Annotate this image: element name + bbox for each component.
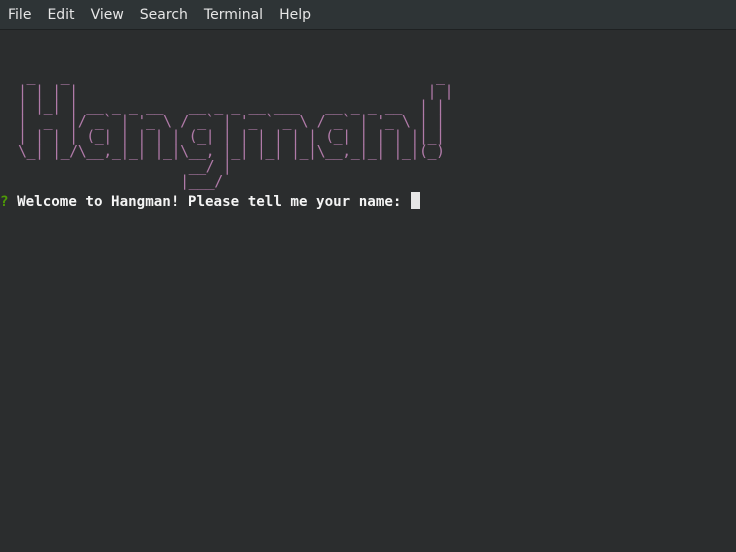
menu-help[interactable]: Help — [271, 0, 319, 30]
menu-file[interactable]: File — [0, 0, 39, 30]
menu-bar: File Edit View Search Terminal Help — [0, 0, 736, 30]
prompt-question-icon: ? — [0, 194, 9, 210]
menu-search[interactable]: Search — [132, 0, 196, 30]
menu-edit[interactable]: Edit — [39, 0, 82, 30]
prompt-text: Welcome to Hangman! Please tell me your … — [17, 194, 402, 210]
name-prompt-line: ? Welcome to Hangman! Please tell me you… — [0, 192, 421, 211]
menu-view[interactable]: View — [83, 0, 132, 30]
menu-terminal[interactable]: Terminal — [196, 0, 271, 30]
hangman-ascii-banner: _ _ _ | | | | | | | |_| | __ _ _ __ __ _… — [18, 67, 454, 190]
text-cursor — [411, 192, 421, 209]
terminal-output[interactable]: _ _ _ | | | | | | | |_| | __ _ _ __ __ _… — [0, 31, 736, 552]
terminal-window: File Edit View Search Terminal Help _ _ … — [0, 0, 736, 552]
